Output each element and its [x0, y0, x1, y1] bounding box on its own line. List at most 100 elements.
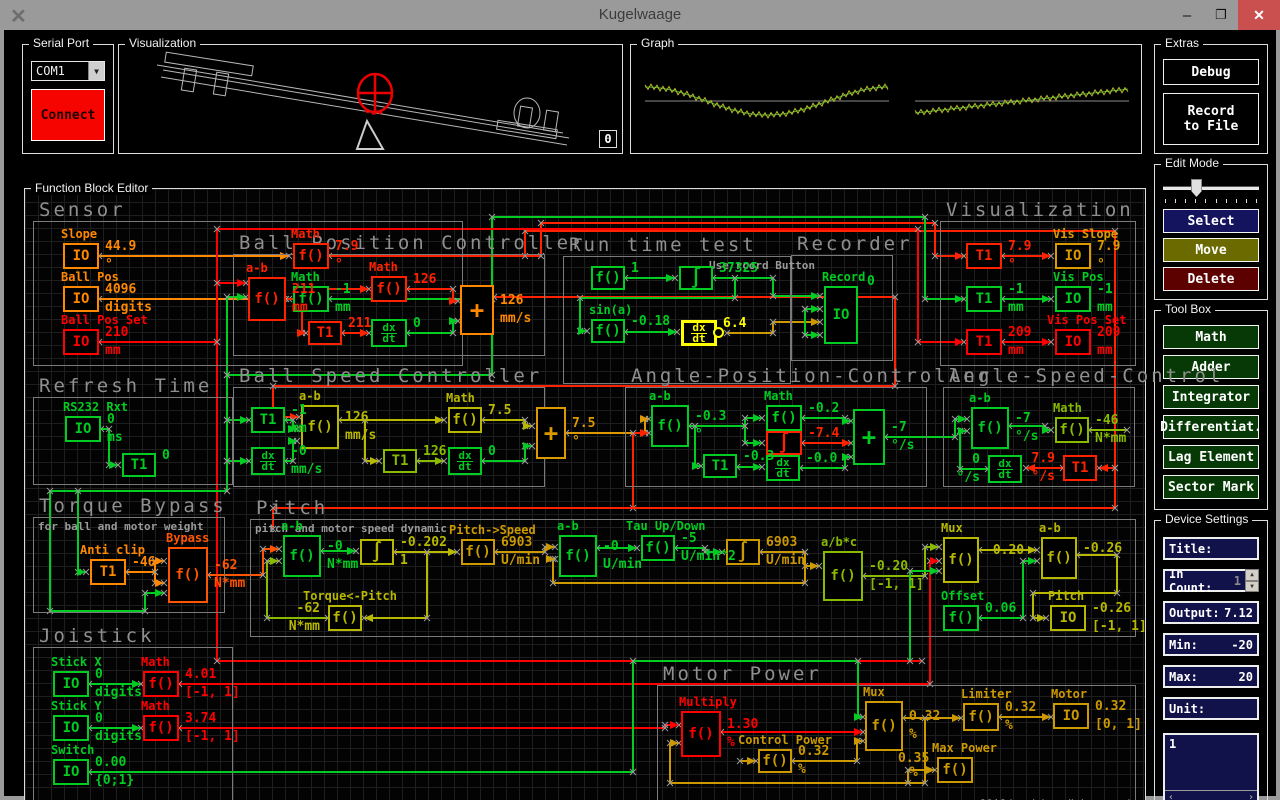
device-field-unit[interactable]: Unit: [1163, 697, 1259, 720]
horizontal-scrollbar[interactable]: ‹ › [1165, 790, 1257, 800]
block-p-offset[interactable]: f() [943, 605, 979, 631]
block-ballposset-io[interactable]: IO [63, 329, 99, 355]
block-mp-mult[interactable]: f() [681, 711, 721, 757]
block-vis-t1-pos[interactable]: T1 [966, 286, 1002, 312]
block-apc-add[interactable]: + [853, 409, 885, 465]
block-j-sw-io[interactable]: IO [53, 759, 89, 785]
block-asc-ddt[interactable]: dxdt [988, 455, 1022, 483]
block-p-t2p[interactable]: f() [328, 605, 362, 631]
block-p-tau[interactable]: f() [641, 535, 675, 561]
block-vis-slope-io[interactable]: IO [1055, 243, 1091, 269]
toolbox-button-differentiat-[interactable]: Differentiat. [1163, 415, 1259, 439]
block-rt-sin[interactable]: f() [591, 319, 625, 343]
block-ballpos-io[interactable]: IO [63, 286, 99, 312]
block-rs232-io[interactable]: IO [65, 416, 101, 442]
block-mp-ctrl[interactable]: f() [758, 749, 792, 773]
connect-button[interactable]: Connect [31, 89, 105, 141]
block-bpc-math[interactable]: f() [371, 276, 407, 302]
block-rt-ddt[interactable]: dxdt [681, 320, 717, 346]
block-p-int1[interactable]: ∫ [360, 539, 394, 565]
chevron-down-icon[interactable]: ▼ [88, 62, 104, 80]
block-label: Motor [1051, 687, 1087, 701]
block-p-mux[interactable]: f() [943, 537, 979, 583]
block-vis-t1-slope[interactable]: T1 [966, 243, 1002, 269]
block-j-y-io[interactable]: IO [53, 715, 89, 741]
minimize-button[interactable]: – [1170, 0, 1204, 30]
block-slope-io[interactable]: IO [63, 243, 99, 269]
block-rt-f1[interactable]: f() [591, 266, 625, 290]
device-field-title[interactable]: Title: [1163, 537, 1259, 560]
block-bsc-ddt2[interactable]: dxdt [448, 447, 482, 475]
toolbox-button-sector-mark[interactable]: Sector Mark [1163, 475, 1259, 499]
block-mp-lim[interactable]: f() [963, 703, 999, 731]
toolbox-button-integrator[interactable]: Integrator [1163, 385, 1259, 409]
block-bsc-ddt[interactable]: dxdt [251, 447, 285, 475]
output-value: 3.74 [185, 711, 216, 726]
block-j-x-math[interactable]: f() [143, 671, 179, 697]
scroll-right-icon[interactable]: › [1248, 792, 1254, 800]
block-bsc-t1b[interactable]: T1 [383, 449, 417, 473]
block-bpc-ab[interactable]: f() [248, 277, 286, 321]
block-j-x-io[interactable]: IO [53, 671, 89, 697]
edit-mode-button-select[interactable]: Select [1163, 209, 1259, 233]
block-vis-t1-posset[interactable]: T1 [966, 329, 1002, 355]
debug-button[interactable]: Debug [1163, 59, 1259, 85]
device-field-output[interactable]: Output:7.12 [1163, 601, 1259, 624]
block-bpc-t1[interactable]: T1 [308, 321, 342, 345]
scroll-left-icon[interactable]: ‹ [1168, 792, 1174, 800]
list-item[interactable]: 1 [1169, 737, 1253, 751]
block-mp-mux[interactable]: f() [865, 701, 903, 751]
slider-thumb[interactable] [1191, 179, 1202, 197]
block-p-p2s[interactable]: f() [461, 539, 495, 565]
block-apc-ab[interactable]: f() [651, 405, 689, 447]
record-to-file-button[interactable]: Record to File [1163, 93, 1259, 145]
block-refresh-t1[interactable]: T1 [122, 453, 156, 477]
output-unit: % [1005, 718, 1013, 733]
device-field-incount[interactable]: In Count:1▲▼ [1163, 569, 1259, 592]
toolbox-button-lag-element[interactable]: Lag Element [1163, 445, 1259, 469]
block-bsc-t1[interactable]: T1 [251, 407, 285, 433]
block-p-abc[interactable]: f() [823, 551, 863, 601]
block-vis-pos-io[interactable]: IO [1055, 286, 1091, 312]
block-tb-bypass[interactable]: f() [168, 547, 208, 603]
spin-down-icon[interactable]: ▼ [1245, 581, 1259, 593]
block-asc-ab[interactable]: f() [971, 407, 1009, 449]
block-slope-math[interactable]: f() [293, 243, 329, 269]
block-mp-max[interactable]: f() [937, 757, 973, 783]
block-p-ab3[interactable]: f() [1041, 537, 1077, 579]
edit-mode-button-delete[interactable]: Delete [1163, 267, 1259, 291]
output-unit: U/min^2 [681, 549, 736, 564]
block-p-ab2[interactable]: f() [559, 535, 597, 577]
edit-mode-button-move[interactable]: Move [1163, 238, 1259, 262]
block-asc-math[interactable]: f() [1055, 417, 1089, 443]
device-field-min[interactable]: Min:-20 [1163, 633, 1259, 656]
block-bsc-math[interactable]: f() [448, 407, 482, 433]
output-unit: mm/s [345, 428, 376, 443]
block-asc-t1[interactable]: T1 [1063, 455, 1097, 481]
block-vis-posset-io[interactable]: IO [1055, 329, 1091, 355]
block-p-pitch-io[interactable]: IO [1050, 605, 1086, 631]
block-label: Pitch [1048, 589, 1084, 603]
block-bsc-add[interactable]: + [536, 407, 566, 459]
toolbox-button-math[interactable]: Math [1163, 325, 1259, 349]
block-bpc-add[interactable]: + [460, 285, 494, 335]
block-label: a-b [1039, 521, 1061, 535]
block-j-y-math[interactable]: f() [143, 715, 179, 741]
spinner-control[interactable]: ▲▼ [1245, 569, 1259, 592]
device-list[interactable]: 1 ‹ › [1163, 733, 1259, 800]
block-p-ab1[interactable]: f() [283, 535, 321, 577]
block-apc-math[interactable]: f() [766, 405, 802, 431]
edit-mode-slider[interactable] [1163, 179, 1259, 201]
maximize-button[interactable]: ❐ [1204, 0, 1238, 30]
block-rt-int[interactable]: ∫ [679, 266, 713, 290]
block-mp-motor[interactable]: IO [1053, 703, 1089, 729]
block-apc-t1[interactable]: T1 [703, 454, 737, 478]
function-block-editor[interactable]: Function Block Editor SensorBall Positio… [24, 188, 1146, 800]
block-bpc-ddt[interactable]: dxdt [371, 319, 407, 347]
spin-up-icon[interactable]: ▲ [1245, 569, 1259, 581]
block-tb-t1[interactable]: T1 [90, 559, 126, 585]
block-rec-io[interactable]: IO [824, 286, 858, 344]
close-button[interactable]: ✕ [1238, 0, 1280, 30]
com-port-select[interactable]: COM1 ▼ [31, 61, 105, 81]
device-field-max[interactable]: Max:20 [1163, 665, 1259, 688]
